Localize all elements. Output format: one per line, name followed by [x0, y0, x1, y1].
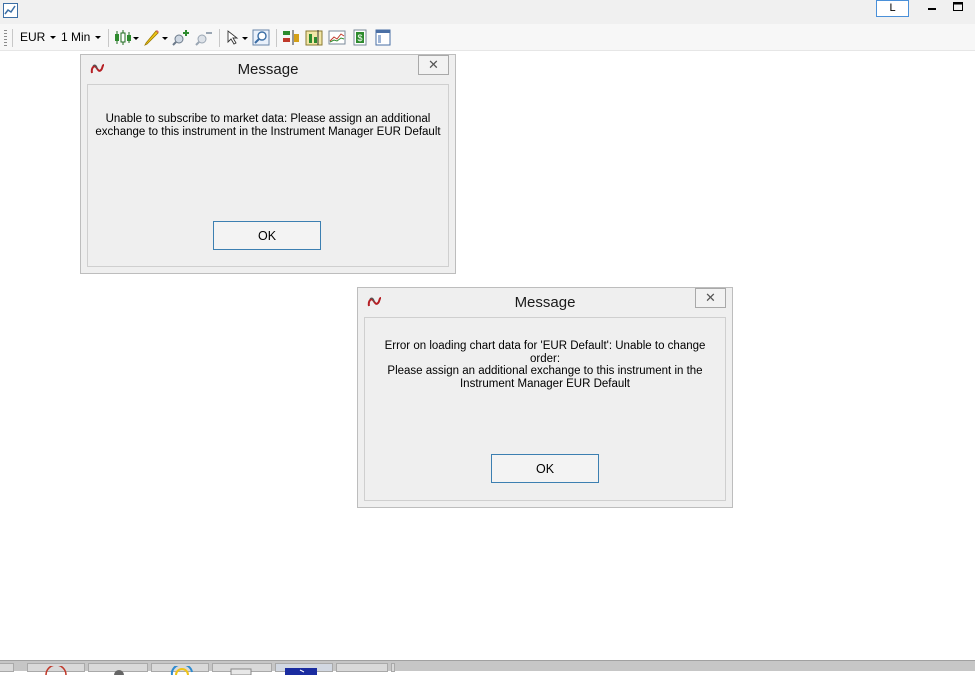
toolbar-grip[interactable]: [4, 30, 7, 46]
line-chart-icon[interactable]: [3, 3, 18, 18]
message-dialog: Message ✕ Error on loading chart data fo…: [357, 287, 733, 508]
dialog-title: Message: [514, 294, 576, 311]
instrument-box[interactable]: L: [876, 0, 909, 17]
chevron-down-icon[interactable]: [162, 37, 168, 40]
ok-button[interactable]: OK: [213, 221, 321, 250]
close-icon: ✕: [705, 290, 716, 305]
toolbar-separator: [108, 29, 109, 47]
interval-selector-label: 1 Min: [61, 30, 91, 44]
toolbar-separator: [219, 29, 220, 47]
interval-selector[interactable]: 1 Min: [61, 30, 102, 44]
dialog-message-line: Instrument Manager EUR Default: [459, 377, 631, 390]
chevron-down-icon: [95, 36, 102, 40]
minimize-icon[interactable]: [922, 0, 942, 14]
candlestick-chart-style-icon[interactable]: [114, 29, 132, 46]
dialog-title: Message: [237, 61, 299, 78]
message-dialog: Message ✕ Unable to subscribe to market …: [80, 54, 456, 274]
dialog-message-line: Unable to subscribe to market data: Plea…: [105, 113, 431, 125]
dialog-message: Unable to subscribe to market data: Plea…: [92, 113, 444, 138]
svg-text:$: $: [357, 33, 362, 43]
toolbar-separator: [276, 29, 277, 47]
chart-panel-icon[interactable]: [328, 29, 346, 46]
chevron-down-icon[interactable]: [133, 37, 139, 40]
close-button[interactable]: ✕: [695, 288, 726, 308]
chevron-down-icon[interactable]: [242, 37, 248, 40]
cursor-pointer-icon[interactable]: [225, 29, 243, 46]
dialog-message: Error on loading chart data for 'EUR Def…: [369, 340, 721, 390]
dollar-icon[interactable]: $: [351, 29, 369, 46]
bar-split-icon[interactable]: [282, 29, 300, 46]
dialog-message-line: exchange to this instrument in the Instr…: [95, 125, 441, 138]
instrument-selector[interactable]: EUR: [20, 30, 57, 44]
ok-button[interactable]: OK: [491, 454, 599, 483]
zoom-in-icon[interactable]: [172, 29, 190, 46]
chevron-down-icon: [50, 36, 57, 40]
title-bar: L: [0, 0, 975, 24]
dialog-body: Error on loading chart data for 'EUR Def…: [364, 317, 726, 501]
dialog-message-line: Error on loading chart data for 'EUR Def…: [384, 340, 706, 365]
dialog-message-line: Please assign an additional exchange to …: [387, 365, 703, 377]
toolbar-separator: [12, 29, 13, 47]
taskbar: [0, 660, 975, 678]
data-box-icon[interactable]: [305, 29, 323, 46]
chart-toolbar: EUR 1 Min $: [0, 24, 975, 51]
magnifier-icon[interactable]: [252, 29, 270, 46]
template-icon[interactable]: [374, 29, 392, 46]
close-icon: ✕: [428, 57, 439, 72]
maximize-icon[interactable]: [948, 0, 968, 14]
close-button[interactable]: ✕: [418, 55, 449, 75]
dialog-body: Unable to subscribe to market data: Plea…: [87, 84, 449, 267]
instrument-selector-label: EUR: [20, 30, 46, 44]
zoom-out-icon[interactable]: [195, 29, 213, 46]
drawing-pencil-icon[interactable]: [143, 29, 161, 46]
